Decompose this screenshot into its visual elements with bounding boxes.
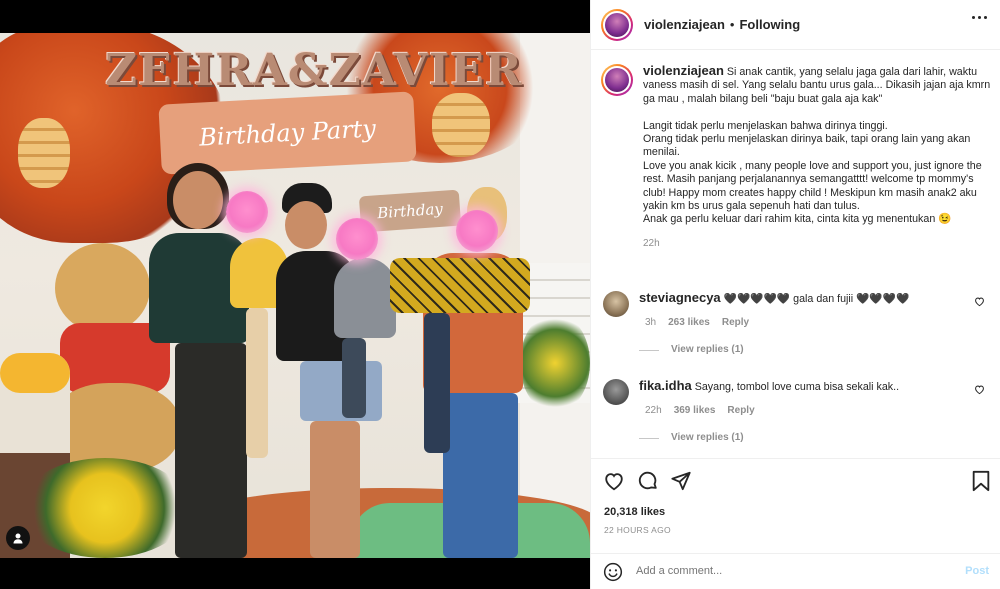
header-username[interactable]: violenziajean xyxy=(644,17,725,32)
view-replies-button[interactable]: View replies (1) xyxy=(639,431,995,445)
avatar[interactable] xyxy=(601,8,633,41)
face-blur-heart xyxy=(336,218,378,260)
action-bar xyxy=(591,458,1000,505)
avatar[interactable] xyxy=(603,291,629,317)
comment-timestamp[interactable]: 22h xyxy=(645,404,662,418)
paper-plane-icon[interactable] xyxy=(670,470,692,497)
post-photo[interactable]: ZEHRA&ZAVIER Birthday Party Birthday xyxy=(0,33,590,558)
caption-text: Si anak cantik, yang selalu jaga gala da… xyxy=(643,66,991,226)
post-caption: violenziajean Si anak cantik, yang selal… xyxy=(601,64,993,250)
comment-input[interactable] xyxy=(636,565,936,577)
beehive-decoration xyxy=(18,118,70,188)
smiley-icon[interactable] xyxy=(603,562,623,587)
comment-text: Sayang, tombol love cuma bisa sekali kak… xyxy=(691,381,900,393)
bookmark-icon[interactable] xyxy=(971,470,991,497)
reply-button[interactable]: Reply xyxy=(727,404,754,418)
post-button[interactable]: Post xyxy=(965,565,989,577)
separator-dot: • xyxy=(729,17,735,32)
honey-pot xyxy=(0,353,70,463)
view-replies-button[interactable]: View replies (1) xyxy=(639,343,995,357)
post-timestamp[interactable]: 22 HOURS AGO xyxy=(604,525,671,535)
heart-icon[interactable] xyxy=(974,384,985,399)
view-replies-label[interactable]: View replies (1) xyxy=(671,343,744,357)
caption-username[interactable]: violenziajean xyxy=(643,63,724,78)
beehive-decoration xyxy=(432,93,490,157)
add-comment-bar: Post xyxy=(591,553,1000,589)
post-details-panel: violenziajean • Following violenziajean … xyxy=(590,0,1000,589)
caption-timestamp[interactable]: 22h xyxy=(643,237,993,250)
like-count[interactable]: 20,318 likes xyxy=(604,506,665,518)
avatar[interactable] xyxy=(603,379,629,405)
face-blur-heart xyxy=(456,210,498,252)
comment-likes[interactable]: 369 likes xyxy=(674,404,716,418)
user-tag-icon[interactable] xyxy=(6,526,30,550)
comment-username[interactable]: fika.idha xyxy=(639,378,692,393)
face-blur-heart xyxy=(226,191,268,233)
person-boy-plaid xyxy=(390,218,535,458)
comment-item: steviagnecya 🖤🖤🖤🖤🖤 gala dan fujii 🖤🖤🖤🖤 3… xyxy=(603,291,995,357)
following-button[interactable]: Following xyxy=(739,17,800,32)
heart-icon[interactable] xyxy=(603,470,625,497)
avatar[interactable] xyxy=(601,64,633,96)
comment-text: 🖤🖤🖤🖤🖤 gala dan fujii 🖤🖤🖤🖤 xyxy=(720,293,910,305)
comment-username[interactable]: steviagnecya xyxy=(639,290,721,305)
comment-bubble-icon[interactable] xyxy=(637,470,659,497)
ellipsis-icon[interactable] xyxy=(972,16,987,19)
comment-item: fika.idha Sayang, tombol love cuma bisa … xyxy=(603,379,995,445)
comment-likes[interactable]: 263 likes xyxy=(668,316,710,330)
comment-timestamp[interactable]: 3h xyxy=(645,316,656,330)
heart-icon[interactable] xyxy=(974,296,985,311)
post-header: violenziajean • Following xyxy=(591,0,1000,50)
view-replies-label[interactable]: View replies (1) xyxy=(671,431,744,445)
reply-button[interactable]: Reply xyxy=(722,316,749,330)
